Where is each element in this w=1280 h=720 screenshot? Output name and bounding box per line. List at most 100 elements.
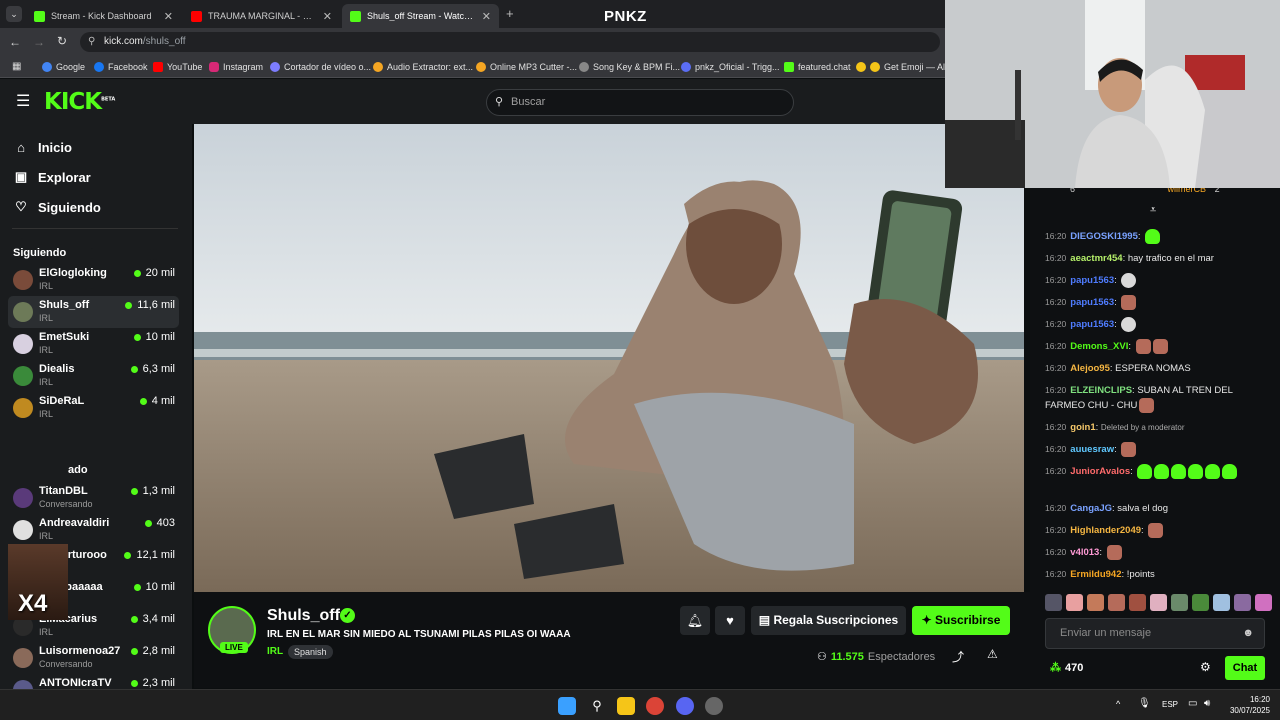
channel-points[interactable]: ⁂ 470 xyxy=(1050,661,1083,674)
search-icon[interactable]: ⚲ xyxy=(588,697,606,715)
share-icon[interactable]: ⤴ xyxy=(952,648,964,665)
stream-category[interactable]: IRL xyxy=(267,646,283,657)
message-username[interactable]: papu1563 xyxy=(1070,297,1114,308)
notification-bell-button[interactable]: 🔔︎ xyxy=(680,606,710,635)
tab-kick-dashboard[interactable]: Stream - Kick Dashboard ✕ xyxy=(26,4,181,28)
message-username[interactable]: DIEGOSKI1995 xyxy=(1070,231,1138,242)
bookmark-facebook[interactable]: Facebook xyxy=(94,60,148,74)
follow-heart-button[interactable]: ♥ xyxy=(715,606,745,635)
sidebar-channel-item[interactable]: TitanDBL Conversando 1,3 mil xyxy=(8,482,179,514)
nav-explorar[interactable]: ▣ Explorar xyxy=(14,169,91,185)
sidebar-channel-item[interactable]: SiDeRaL IRL 4 mil xyxy=(8,392,179,424)
bookmark-get-emoji[interactable]: Get Emoji — All... xyxy=(856,60,955,74)
message-username[interactable]: v4l013 xyxy=(1070,547,1099,558)
close-tab-icon[interactable]: ✕ xyxy=(164,10,173,23)
message-username[interactable]: aeactmr454 xyxy=(1070,253,1122,264)
scroll-down-icon[interactable]: ⩡ xyxy=(1150,204,1156,217)
forward-icon[interactable]: → xyxy=(33,35,45,49)
report-icon[interactable]: ⚠ xyxy=(987,647,998,661)
tab-shuls-stream[interactable]: Shuls_off Stream - Watch Li ✕ xyxy=(342,4,499,28)
bookmark-google[interactable]: Google xyxy=(42,60,85,74)
quick-emote[interactable] xyxy=(1129,594,1146,611)
volume-icon[interactable]: 🔊︎ xyxy=(1204,698,1210,709)
message-username[interactable]: Highlander2049 xyxy=(1070,525,1141,536)
chat-message-input[interactable]: Enviar un mensaje ☻ xyxy=(1045,618,1265,649)
close-tab-icon[interactable]: ✕ xyxy=(323,10,332,23)
discord-icon[interactable] xyxy=(676,697,694,715)
bookmark-label: Facebook xyxy=(108,62,148,72)
message-username[interactable]: auuesraw xyxy=(1070,444,1114,455)
sidebar-channel-item[interactable]: Luisormenoa27 Conversando 2,8 mil xyxy=(8,642,179,674)
hamburger-menu-icon[interactable]: ☰ xyxy=(16,91,30,111)
file-explorer-icon[interactable] xyxy=(617,697,635,715)
message-username[interactable]: papu1563 xyxy=(1070,319,1114,330)
message-username[interactable]: Demons_XVI xyxy=(1070,341,1128,352)
sidebar-channel-item[interactable]: ANTONIcraTV 2,3 mil xyxy=(8,674,179,689)
kick-logo[interactable]: KICKBETA xyxy=(44,89,115,115)
sidebar-channel-item[interactable]: Diealis IRL 6,3 mil xyxy=(8,360,179,392)
bookmark-pnkz[interactable]: pnkz_Oficial - Trigg... xyxy=(681,60,780,74)
bookmark-song-key[interactable]: Song Key & BPM Fi... xyxy=(579,60,680,74)
chat-emote xyxy=(1137,464,1153,479)
network-icon[interactable]: ▭ xyxy=(1188,698,1197,709)
language-tag[interactable]: Spanish xyxy=(288,645,333,659)
tab-label: TRAUMA MARGINAL - PNKZ 🏠 xyxy=(208,10,317,21)
emoji-picker-icon[interactable]: ☻ xyxy=(1242,619,1254,648)
sidebar-channel-item[interactable]: ElGlogloking IRL 20 mil xyxy=(8,264,179,296)
input-language[interactable]: ESP xyxy=(1162,700,1178,709)
tray-chevron-icon[interactable]: ^ xyxy=(1116,699,1120,709)
tab-list-icon[interactable]: ⌄ xyxy=(6,6,22,22)
quick-emote[interactable] xyxy=(1234,594,1251,611)
video-player[interactable] xyxy=(194,124,1024,592)
quick-emote[interactable] xyxy=(1108,594,1125,611)
message-username[interactable]: Ermildu942 xyxy=(1070,569,1121,580)
apps-grid-icon[interactable]: ▦ xyxy=(12,61,21,72)
quick-emote[interactable] xyxy=(1255,594,1272,611)
message-username[interactable]: goin1 xyxy=(1070,422,1095,433)
quick-emote[interactable] xyxy=(1087,594,1104,611)
message-username[interactable]: papu1563 xyxy=(1070,275,1114,286)
url-bar[interactable]: ⚲ kick.com/shuls_off xyxy=(80,32,940,52)
tab-youtube[interactable]: TRAUMA MARGINAL - PNKZ 🏠 ✕ xyxy=(183,4,340,28)
gift-subscriptions-button[interactable]: ▤ Regala Suscripciones xyxy=(751,606,906,635)
message-username[interactable]: CangaJG xyxy=(1070,503,1112,514)
bookmark-youtube[interactable]: YouTube xyxy=(153,60,202,74)
windows-start-icon[interactable] xyxy=(558,697,576,715)
streamer-name[interactable]: Shuls_off xyxy=(267,607,340,625)
new-tab-icon[interactable]: + xyxy=(506,6,514,21)
stream-info-bar: LIVE Shuls_off ✓ IRL EN EL MAR SIN MIEDO… xyxy=(194,592,1030,688)
sidebar-channel-item[interactable]: Shuls_off IRL 11,6 mil xyxy=(8,296,179,328)
message-username[interactable]: JuniorAvalos xyxy=(1070,466,1130,477)
message-username[interactable]: Alejoo95 xyxy=(1070,363,1110,374)
quick-emote[interactable] xyxy=(1171,594,1188,611)
clock[interactable]: 16:20 30/07/2025 xyxy=(1230,694,1270,716)
microphone-icon[interactable]: 🎙︎ xyxy=(1138,698,1151,709)
chat-settings-gear-icon[interactable]: ⚙ xyxy=(1200,660,1211,674)
quick-emote[interactable] xyxy=(1150,594,1167,611)
back-icon[interactable]: ← xyxy=(9,35,21,49)
search-input[interactable]: ⚲ Buscar xyxy=(486,89,794,116)
app-icon[interactable] xyxy=(705,697,723,715)
close-tab-icon[interactable]: ✕ xyxy=(482,10,491,23)
nav-siguiendo[interactable]: ♡ Siguiendo xyxy=(14,199,101,215)
quick-emote[interactable] xyxy=(1045,594,1062,611)
message-username[interactable]: ELZEINCLIPS xyxy=(1070,385,1132,396)
bookmark-instagram[interactable]: Instagram xyxy=(209,60,263,74)
sidebar-channel-item[interactable]: EmetSuki IRL 10 mil xyxy=(8,328,179,360)
bookmark-mp3-cutter[interactable]: Online MP3 Cutter -... xyxy=(476,60,577,74)
quick-emote[interactable] xyxy=(1066,594,1083,611)
bookmark-audio-extractor[interactable]: Audio Extractor: ext... xyxy=(373,60,473,74)
quick-emote[interactable] xyxy=(1192,594,1209,611)
chat-emote xyxy=(1154,464,1170,479)
person-icon xyxy=(681,62,691,72)
bookmark-cortador[interactable]: Cortador de vídeo o... xyxy=(270,60,371,74)
quick-emote[interactable] xyxy=(1213,594,1230,611)
chat-send-button[interactable]: Chat xyxy=(1225,656,1265,680)
nav-inicio[interactable]: ⌂ Inicio xyxy=(14,140,72,155)
site-info-icon[interactable]: ⚲ xyxy=(88,32,95,52)
chrome-icon[interactable] xyxy=(646,697,664,715)
sidebar-channel-item[interactable]: Andreavaldiri IRL 403 xyxy=(8,514,179,546)
bookmark-featured-chat[interactable]: featured.chat xyxy=(784,60,851,74)
reload-icon[interactable]: ↻ xyxy=(57,34,67,48)
subscribe-button[interactable]: ✦ Suscribirse xyxy=(912,606,1010,635)
